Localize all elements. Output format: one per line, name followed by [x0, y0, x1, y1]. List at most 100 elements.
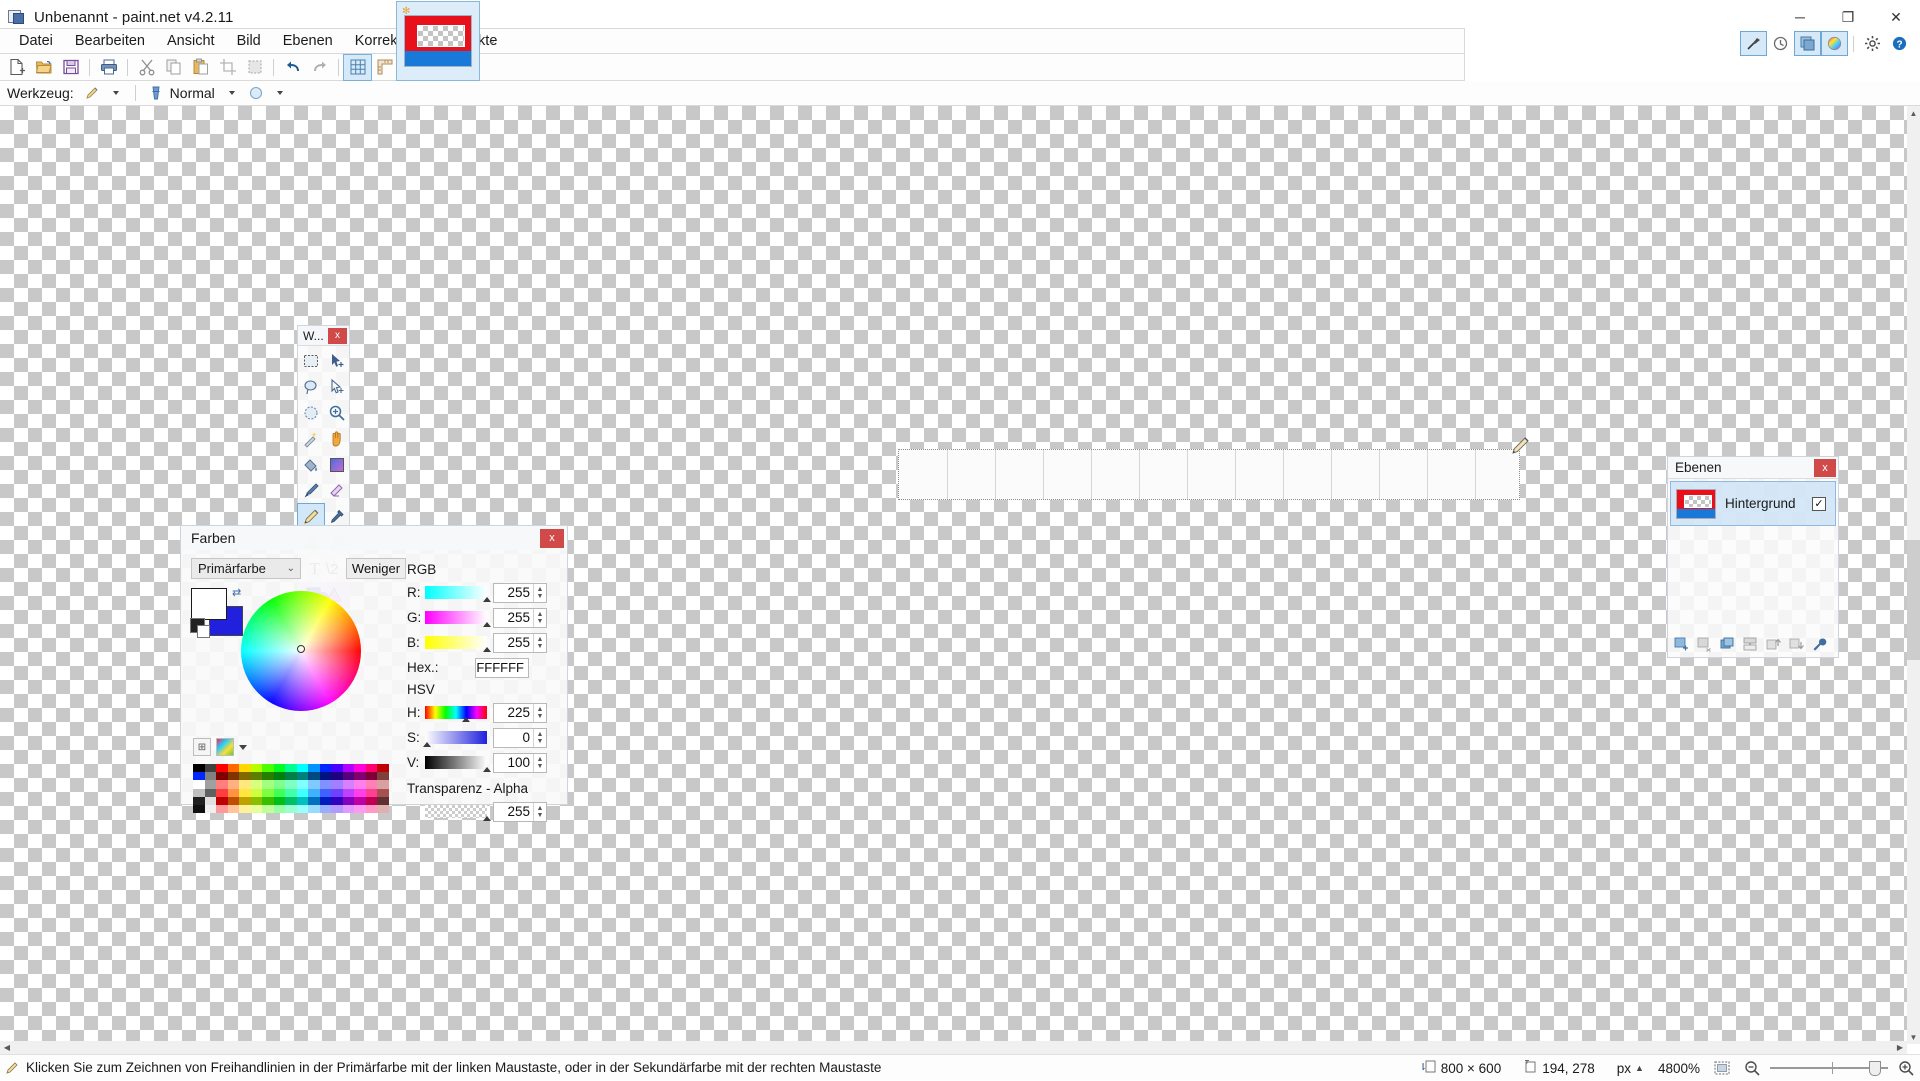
palette-swatch[interactable] [193, 764, 205, 773]
palette-swatch[interactable] [239, 780, 251, 789]
menu-bild[interactable]: Bild [226, 30, 272, 52]
palette-swatch[interactable] [227, 772, 239, 781]
palette-swatch[interactable] [365, 772, 377, 781]
swap-colors-icon[interactable]: ⇄ [232, 586, 241, 599]
undo-button[interactable] [279, 55, 306, 80]
layers-panel-toggle[interactable] [1794, 31, 1821, 56]
menu-ebenen[interactable]: Ebenen [272, 30, 344, 52]
palette-swatch[interactable] [193, 788, 205, 797]
scroll-down-icon[interactable]: ▼ [1907, 1030, 1920, 1044]
menu-ansicht[interactable]: Ansicht [156, 30, 226, 52]
tool-gradient[interactable] [324, 452, 350, 478]
green-value-input[interactable]: 255 ▲ ▼ [493, 607, 547, 628]
layer-properties-button[interactable] [1809, 635, 1829, 653]
palette-swatch[interactable] [204, 772, 216, 781]
unit-label[interactable]: px [1617, 1061, 1631, 1076]
palette-swatch[interactable] [342, 788, 354, 797]
value-value-input[interactable]: 100 ▲ ▼ [493, 752, 547, 773]
palette-swatch[interactable] [319, 804, 331, 814]
palette-swatch[interactable] [319, 772, 331, 781]
layer-visibility-checkbox[interactable]: ✓ [1812, 496, 1826, 511]
move-layer-up-button[interactable] [1763, 635, 1783, 653]
palette-swatch[interactable] [377, 796, 389, 805]
document-tab[interactable]: ✻ [396, 1, 480, 81]
palette-swatch[interactable] [377, 772, 389, 781]
palette-swatch[interactable] [239, 788, 251, 797]
palette-swatch[interactable] [250, 772, 262, 781]
palette-swatch[interactable] [262, 772, 274, 781]
zoom-in-icon[interactable] [1898, 1060, 1914, 1076]
palette-swatch[interactable] [250, 804, 262, 814]
palette-swatch[interactable] [204, 764, 216, 773]
colors-window-titlebar[interactable]: Farben x [181, 526, 567, 550]
reset-colors-icon[interactable] [190, 618, 210, 638]
redo-button[interactable] [306, 55, 333, 80]
palette-swatch[interactable] [262, 764, 274, 773]
palette-swatch[interactable] [296, 764, 308, 773]
palette-swatch[interactable] [354, 788, 366, 797]
move-layer-down-button[interactable] [1786, 635, 1806, 653]
palette-swatch[interactable] [285, 780, 297, 789]
tool-zoom[interactable] [324, 400, 350, 426]
palette-swatch[interactable] [331, 780, 343, 789]
palette-swatch[interactable] [285, 796, 297, 805]
palette-swatch[interactable] [250, 788, 262, 797]
settings-button[interactable] [1860, 32, 1885, 55]
palette-swatch[interactable] [331, 788, 343, 797]
palette-icon[interactable] [216, 738, 234, 756]
palette-swatch[interactable] [342, 796, 354, 805]
horizontal-scrollbar[interactable]: ◀ ▶ [0, 1041, 1907, 1054]
deselect-button[interactable] [241, 55, 268, 80]
palette-swatch[interactable] [296, 780, 308, 789]
palette-swatch[interactable] [193, 780, 205, 789]
fit-to-window-icon[interactable] [1714, 1060, 1730, 1076]
palette-swatch[interactable] [239, 772, 251, 781]
document-tab-dropdown-icon[interactable]: ⌄ [487, 34, 496, 47]
tool-ellipse-select[interactable] [298, 400, 324, 426]
palette-swatch[interactable] [216, 804, 228, 814]
tool-magic-wand[interactable] [298, 426, 324, 452]
palette-swatch[interactable] [239, 764, 251, 773]
palette-swatch[interactable] [239, 804, 251, 814]
unit-dropdown-icon[interactable]: ▲ [1635, 1063, 1644, 1073]
palette-swatch[interactable] [331, 772, 343, 781]
palette-swatch[interactable] [227, 804, 239, 814]
zoom-out-icon[interactable] [1744, 1060, 1760, 1076]
palette-swatch[interactable] [319, 796, 331, 805]
open-file-button[interactable] [30, 55, 57, 80]
antialiasing-dropdown-icon[interactable] [276, 91, 283, 95]
add-swatch-icon[interactable]: ⊞ [193, 738, 211, 756]
red-slider[interactable] [425, 586, 491, 602]
hex-value-input[interactable]: FFFFFF [475, 657, 529, 678]
palette-swatch[interactable] [296, 796, 308, 805]
blue-value-input[interactable]: 255 ▲ ▼ [493, 632, 547, 653]
palette-swatch[interactable] [342, 804, 354, 814]
palette-swatch[interactable] [262, 796, 274, 805]
palette-swatch[interactable] [354, 780, 366, 789]
palette-swatch[interactable] [331, 764, 343, 773]
palette-swatch[interactable] [377, 780, 389, 789]
red-stepper-icon[interactable]: ▲ ▼ [533, 583, 546, 602]
palette-swatch[interactable] [365, 796, 377, 805]
palette-swatch[interactable] [308, 764, 320, 773]
palette-swatch[interactable] [377, 788, 389, 797]
add-layer-button[interactable] [1671, 635, 1691, 653]
palette-swatch[interactable] [308, 780, 320, 789]
palette-swatch[interactable] [377, 804, 389, 814]
palette-swatch[interactable] [193, 796, 205, 805]
palette-swatch[interactable] [193, 804, 205, 814]
blend-dropdown-icon[interactable] [228, 91, 235, 95]
colors-window-close-button[interactable]: x [540, 528, 564, 548]
saturation-value-input[interactable]: 0 ▲ ▼ [493, 727, 547, 748]
tools-panel-toggle[interactable] [1740, 31, 1767, 56]
tool-dropdown-icon[interactable] [112, 91, 119, 95]
delete-layer-button[interactable] [1694, 635, 1714, 653]
palette-swatch[interactable] [342, 780, 354, 789]
menu-bearbeiten[interactable]: Bearbeiten [64, 30, 156, 52]
palette-swatch[interactable] [308, 788, 320, 797]
colors-panel-toggle[interactable] [1821, 31, 1848, 56]
palette-swatch[interactable] [365, 780, 377, 789]
palette-swatch[interactable] [377, 764, 389, 773]
pencil-icon[interactable] [81, 83, 103, 103]
cut-button[interactable] [133, 55, 160, 80]
